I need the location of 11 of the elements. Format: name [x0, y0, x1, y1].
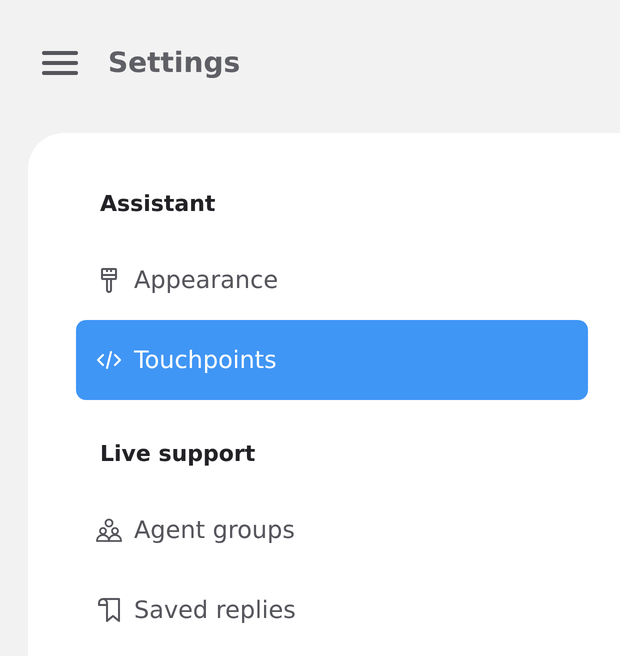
section-heading: Assistant — [99, 190, 216, 218]
bookmark-icon — [97, 597, 121, 623]
menu-icon[interactable] — [42, 50, 78, 76]
nav-item[interactable]: Appearance — [76, 240, 588, 320]
section-heading: Live support — [99, 440, 256, 468]
nav-item[interactable]: Saved replies — [76, 570, 588, 650]
page-title: Settings — [108, 45, 240, 81]
code-icon — [97, 350, 121, 370]
nav-item[interactable]: Agent groups — [76, 490, 588, 570]
paintbrush-icon — [98, 267, 120, 293]
people-icon — [96, 518, 122, 542]
